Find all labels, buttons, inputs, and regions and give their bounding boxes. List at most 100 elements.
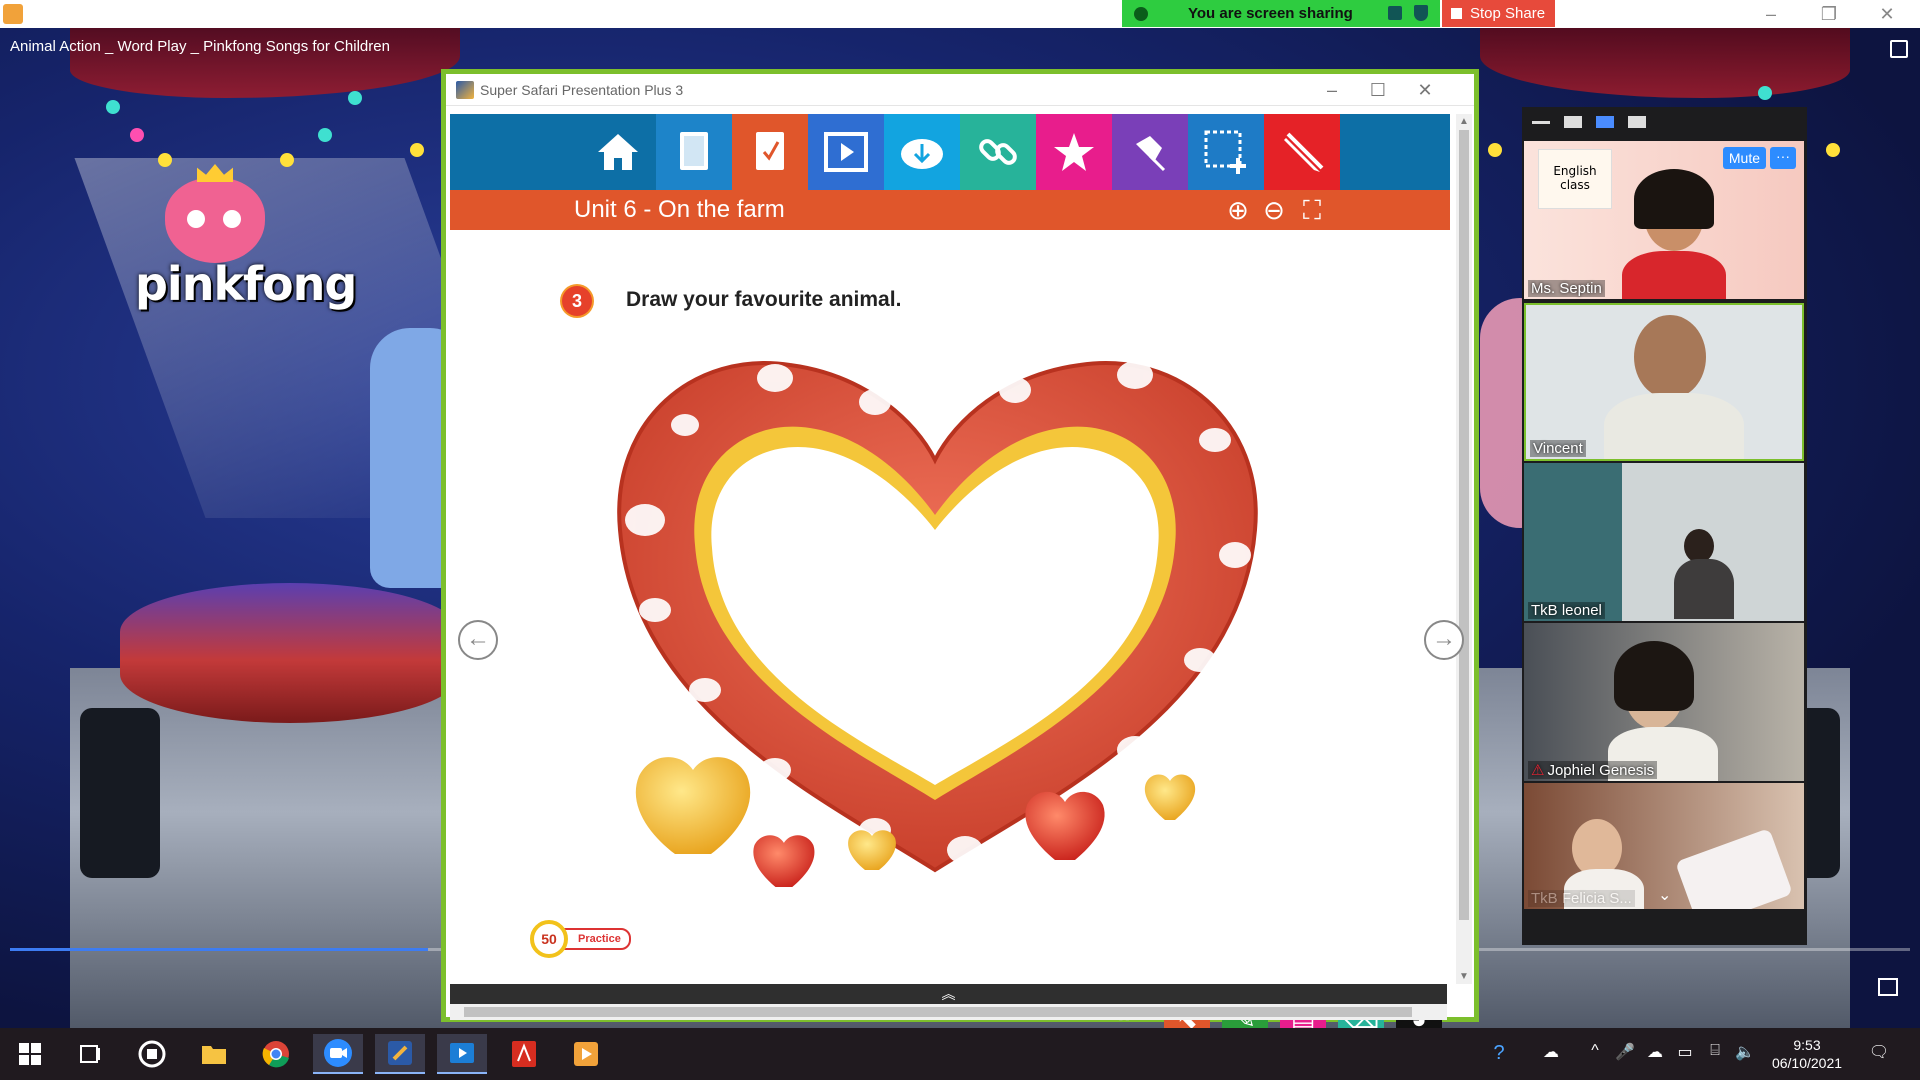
next-page-button[interactable]: →: [1424, 620, 1464, 660]
taskbar-clock[interactable]: 9:53 06/10/2021: [1762, 1036, 1852, 1072]
notifications-icon[interactable]: 🗨: [1868, 1042, 1890, 1064]
participant-face: [1634, 315, 1706, 399]
pin-button[interactable]: [1112, 114, 1188, 190]
logo-text: pinkfong: [135, 257, 357, 311]
window-maximize-icon[interactable]: ☐: [1364, 78, 1392, 102]
window-titlebar: Super Safari Presentation Plus 3 – ☐ ✕: [446, 74, 1474, 106]
bottom-expand-bar[interactable]: ︽: [450, 984, 1447, 1004]
minimize-view-icon[interactable]: [1532, 120, 1550, 124]
expand-icon[interactable]: [1878, 978, 1898, 996]
play-button[interactable]: [808, 114, 884, 190]
window-minimize-icon[interactable]: –: [1318, 78, 1346, 102]
stop-share-button[interactable]: Stop Share: [1442, 0, 1555, 27]
page-badge: 50 Practice: [530, 920, 631, 958]
horizontal-scroll-thumb[interactable]: [464, 1007, 1412, 1017]
participant-tile[interactable]: ⚠ Jophiel Genesis: [1524, 623, 1804, 781]
audio-icon[interactable]: [1388, 6, 1402, 20]
file-explorer-icon[interactable]: [189, 1034, 239, 1074]
chrome-icon[interactable]: [251, 1034, 301, 1074]
page-content: 3 Draw your favourite animal. ← → 50 Pra…: [450, 230, 1464, 958]
cloud-icon[interactable]: ☁: [1644, 1042, 1666, 1064]
gallery-view-icon[interactable]: [1628, 116, 1646, 128]
star-button[interactable]: [1036, 114, 1112, 190]
vertical-scrollbar[interactable]: ▲ ▼: [1456, 114, 1472, 984]
unit-bar: Unit 6 - On the farm ⊕ ⊖ ⛶: [450, 190, 1450, 230]
participant-name: ⚠ Jophiel Genesis: [1528, 761, 1658, 779]
start-button[interactable]: [5, 1034, 55, 1074]
previous-page-button[interactable]: ←: [458, 620, 498, 660]
window-close-icon[interactable]: ✕: [1411, 78, 1439, 102]
participant-tile[interactable]: TkB Felicia S... ⌄: [1524, 783, 1804, 909]
microphone-icon[interactable]: 🎤: [1614, 1042, 1636, 1064]
security-shield-icon[interactable]: [1414, 5, 1428, 21]
scroll-thumb[interactable]: [1459, 130, 1469, 920]
screen-sharing-status: You are screen sharing: [1188, 5, 1353, 22]
mute-button[interactable]: Mute: [1722, 147, 1766, 169]
clock-date: 06/10/2021: [1771, 1055, 1843, 1071]
presentation-plus-icon[interactable]: [375, 1034, 425, 1074]
scroll-up-icon[interactable]: ▲: [1456, 116, 1472, 127]
stage-light: [348, 91, 362, 105]
minimize-icon[interactable]: –: [1748, 0, 1794, 28]
fit-screen-icon[interactable]: ⛶: [1296, 194, 1328, 226]
restore-icon[interactable]: ❐: [1806, 0, 1852, 28]
clock-time: 9:53: [1793, 1037, 1821, 1053]
eye-icon: [187, 210, 205, 228]
video-app-icon[interactable]: [561, 1034, 611, 1074]
volume-icon[interactable]: 🔈: [1734, 1042, 1756, 1064]
pencil-button[interactable]: [1264, 114, 1340, 190]
chevron-down-icon[interactable]: ⌄: [1658, 885, 1671, 905]
speaker-left: [80, 708, 160, 878]
windows-taskbar: ? ☁ ^ 🎤 ☁ ▭ ⌸ 🔈 9:53 06/10/2021 🗨: [0, 1028, 1920, 1080]
participant-tile[interactable]: TkB leonel: [1524, 463, 1804, 621]
network-icon[interactable]: ⌸: [1704, 1042, 1726, 1064]
link-button[interactable]: [960, 114, 1036, 190]
heart-frame-illustration[interactable]: [575, 330, 1295, 890]
participant-name: Ms. Septin: [1528, 280, 1605, 297]
pinkfong-logo: pinkfong: [135, 164, 357, 311]
app-icon[interactable]: [3, 4, 23, 24]
strip-view-icon[interactable]: [1596, 116, 1614, 128]
workbook-button[interactable]: [732, 114, 808, 190]
zoom-out-icon[interactable]: ⊖: [1258, 194, 1290, 226]
show-hidden-icons[interactable]: ^: [1584, 1042, 1606, 1064]
home-button[interactable]: [580, 114, 656, 190]
participant-name: Vincent: [1530, 440, 1586, 457]
window-title: Super Safari Presentation Plus 3: [480, 81, 684, 98]
class-card-text: English class: [1553, 164, 1597, 192]
zoom-in-icon[interactable]: ⊕: [1222, 194, 1254, 226]
participant-hair: [1634, 169, 1714, 229]
participants-panel: English class Mute ··· Ms. Septin Vincen…: [1522, 107, 1807, 945]
fullscreen-icon[interactable]: [1890, 40, 1908, 58]
stage-light: [410, 143, 424, 157]
participant-tile[interactable]: Vincent: [1524, 303, 1804, 461]
stop-icon: [1451, 8, 1462, 19]
book-button[interactable]: [656, 114, 732, 190]
participant-name: TkB leonel: [1528, 602, 1605, 619]
participant-name: TkB Felicia S...: [1528, 890, 1635, 907]
help-icon[interactable]: ?: [1488, 1042, 1510, 1064]
stage-light: [318, 128, 332, 142]
zoom-app-icon[interactable]: [313, 1034, 363, 1074]
top-strip: You are screen sharing Stop Share – ❐ ✕: [0, 0, 1920, 28]
onedrive-icon[interactable]: ☁: [1540, 1042, 1562, 1064]
annotate-icon[interactable]: [1134, 6, 1148, 21]
participant-body: [1674, 559, 1734, 619]
eye-icon: [223, 210, 241, 228]
battery-icon[interactable]: ▭: [1674, 1042, 1696, 1064]
scroll-down-icon[interactable]: ▼: [1456, 971, 1472, 982]
more-options-button[interactable]: ···: [1770, 147, 1796, 169]
task-view-icon[interactable]: [65, 1034, 115, 1074]
speaker-view-icon[interactable]: [1564, 116, 1582, 128]
selection-button[interactable]: [1188, 114, 1264, 190]
curtain-right: [1480, 28, 1850, 98]
screen-sharing-banner[interactable]: You are screen sharing: [1122, 0, 1440, 27]
download-button[interactable]: [884, 114, 960, 190]
horizontal-scrollbar[interactable]: [450, 1004, 1447, 1020]
participant-tile[interactable]: English class Mute ··· Ms. Septin: [1524, 141, 1804, 299]
acrobat-icon[interactable]: [499, 1034, 549, 1074]
media-player-icon[interactable]: [437, 1034, 487, 1074]
page-number: 50: [530, 920, 568, 958]
close-icon[interactable]: ✕: [1864, 0, 1910, 28]
ms365-icon[interactable]: [127, 1034, 177, 1074]
